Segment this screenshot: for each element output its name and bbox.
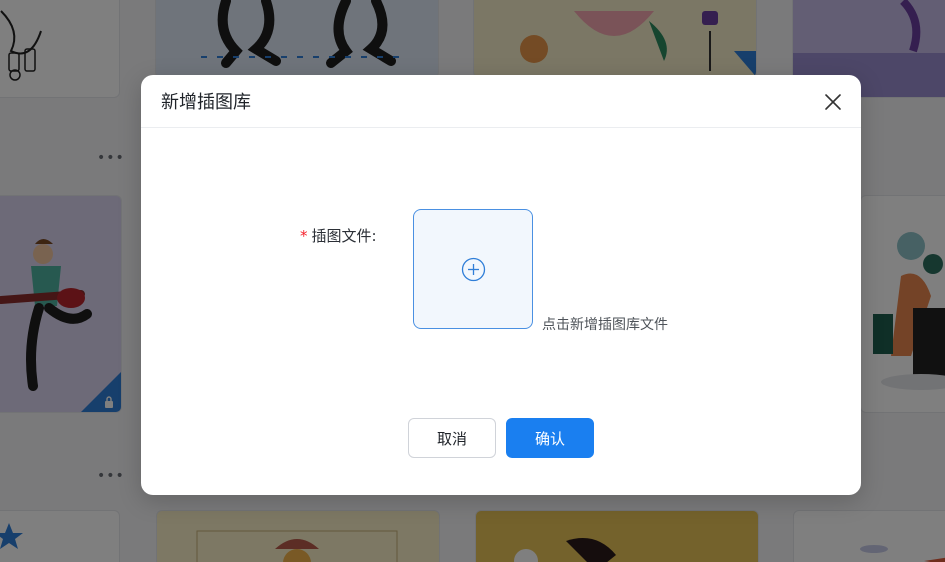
dialog-title: 新增插图库 (161, 92, 251, 113)
field-label-text: 插图文件: (311, 227, 377, 245)
cancel-button[interactable]: 取消 (408, 418, 496, 458)
upload-hint-text: 点击新增插图库文件 (542, 317, 668, 333)
plus-circle-icon (461, 257, 486, 282)
add-illustration-library-dialog: 新增插图库 * 插图文件: 点击新增插图库文件 取消 确认 (141, 75, 861, 495)
confirm-button[interactable]: 确认 (506, 418, 594, 458)
close-icon[interactable] (823, 92, 843, 112)
dialog-header: 新增插图库 (141, 75, 861, 128)
required-mark: * (300, 227, 308, 245)
file-upload-area[interactable] (413, 209, 533, 329)
illustration-file-label: * 插图文件: (300, 225, 377, 246)
